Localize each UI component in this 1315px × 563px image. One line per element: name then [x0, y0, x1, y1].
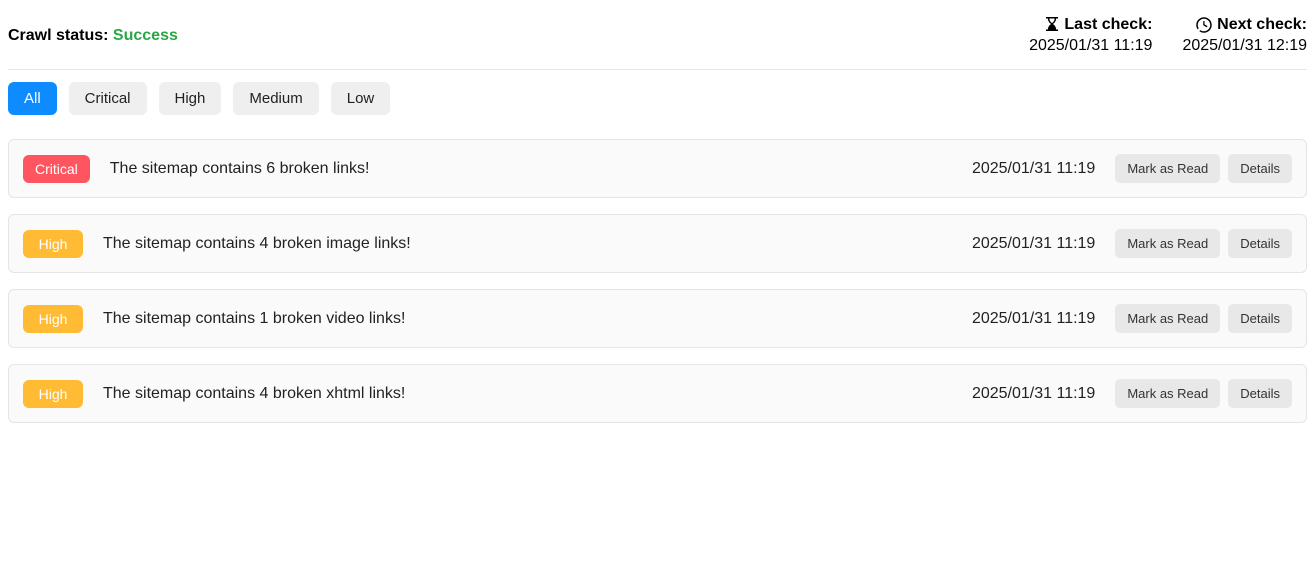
issue-row: High The sitemap contains 4 broken xhtml … — [8, 364, 1307, 423]
issue-time: 2025/01/31 11:19 — [972, 235, 1095, 253]
issue-row: Critical The sitemap contains 6 broken li… — [8, 139, 1307, 198]
issue-message: The sitemap contains 6 broken links! — [110, 160, 972, 178]
mark-as-read-button[interactable]: Mark as Read — [1115, 379, 1220, 408]
last-check-label-row: Last check: — [1029, 16, 1152, 34]
filter-tab-low[interactable]: Low — [331, 82, 391, 115]
filter-tab-critical[interactable]: Critical — [69, 82, 147, 115]
issue-message: The sitemap contains 4 broken xhtml link… — [103, 385, 972, 403]
mark-as-read-button[interactable]: Mark as Read — [1115, 304, 1220, 333]
crawl-status-label: Crawl status: — [8, 27, 108, 44]
last-check-block: Last check: 2025/01/31 11:19 — [1029, 16, 1152, 55]
issue-time: 2025/01/31 11:19 — [972, 310, 1095, 328]
issues-list: Critical The sitemap contains 6 broken li… — [8, 139, 1307, 423]
filter-tab-high[interactable]: High — [159, 82, 222, 115]
filter-tab-medium[interactable]: Medium — [233, 82, 318, 115]
issue-time: 2025/01/31 11:19 — [972, 385, 1095, 403]
issue-message: The sitemap contains 1 broken video link… — [103, 310, 972, 328]
details-button[interactable]: Details — [1228, 379, 1292, 408]
filter-tab-all[interactable]: All — [8, 82, 57, 115]
severity-badge: High — [23, 380, 83, 408]
crawl-status-value: Success — [113, 27, 178, 44]
issue-time: 2025/01/31 11:19 — [972, 160, 1095, 178]
filter-tabs: All Critical High Medium Low — [8, 82, 1307, 115]
next-check-label: Next check: — [1217, 16, 1307, 34]
details-button[interactable]: Details — [1228, 154, 1292, 183]
issue-message: The sitemap contains 4 broken image link… — [103, 235, 972, 253]
check-info: Last check: 2025/01/31 11:19 Next check:… — [1029, 16, 1307, 55]
hourglass-icon — [1045, 17, 1059, 33]
mark-as-read-button[interactable]: Mark as Read — [1115, 154, 1220, 183]
details-button[interactable]: Details — [1228, 229, 1292, 258]
next-check-block: Next check: 2025/01/31 12:19 — [1182, 16, 1307, 55]
crawl-status: Crawl status: Success — [8, 27, 178, 45]
last-check-label: Last check: — [1064, 16, 1152, 34]
severity-badge: High — [23, 305, 83, 333]
header: Crawl status: Success Last check: 2025/0… — [8, 8, 1307, 70]
next-check-label-row: Next check: — [1182, 16, 1307, 34]
severity-badge: Critical — [23, 155, 90, 183]
issue-row: High The sitemap contains 1 broken video … — [8, 289, 1307, 348]
history-icon — [1196, 17, 1212, 33]
issue-row: High The sitemap contains 4 broken image … — [8, 214, 1307, 273]
mark-as-read-button[interactable]: Mark as Read — [1115, 229, 1220, 258]
severity-badge: High — [23, 230, 83, 258]
last-check-time: 2025/01/31 11:19 — [1029, 37, 1152, 55]
next-check-time: 2025/01/31 12:19 — [1182, 37, 1307, 55]
details-button[interactable]: Details — [1228, 304, 1292, 333]
